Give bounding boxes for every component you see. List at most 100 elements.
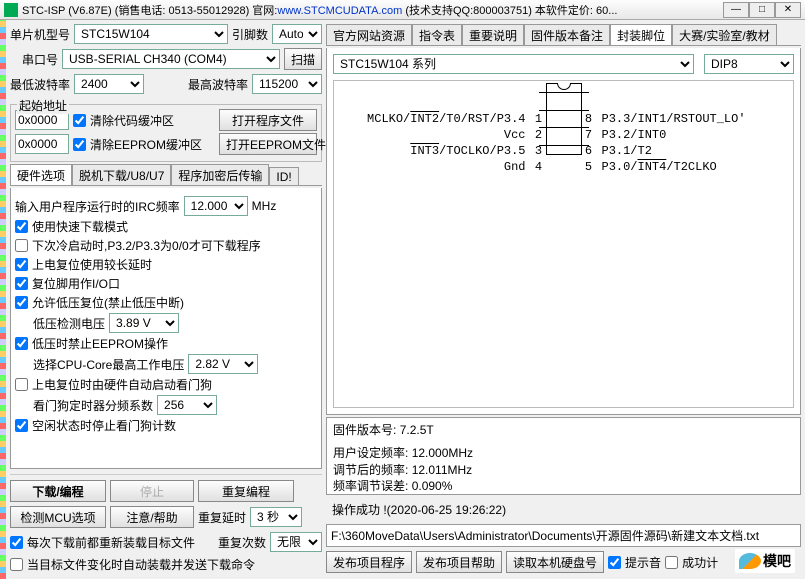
tab-package-pinout[interactable]: 封装脚位 (610, 24, 672, 46)
bird-icon (739, 553, 761, 569)
irc-freq-select[interactable]: 12.000 (184, 196, 248, 216)
long-reset-label: 上电复位使用较长延时 (32, 256, 152, 273)
cpu-core-select[interactable]: 2.82 V (188, 354, 258, 374)
stop-button[interactable]: 停止 (110, 480, 194, 502)
cpu-core-label: 选择CPU-Core最高工作电压 (33, 356, 184, 373)
success-counter-checkbox[interactable] (665, 556, 678, 569)
left-panel: 单片机型号 STC15W104 引脚数 Auto 串口号 USB-SERIAL … (6, 20, 326, 579)
package-select[interactable]: DIP8 (704, 54, 794, 74)
freq-err-value: 0.090% (412, 479, 453, 493)
idle-wdt-checkbox[interactable] (15, 419, 28, 432)
wdt-auto-label: 上电复位时由硬件自动启动看门狗 (32, 376, 212, 393)
min-baud-select[interactable]: 2400 (74, 74, 144, 94)
tab-id[interactable]: ID! (269, 167, 298, 186)
mcu-model-select[interactable]: STC15W104 (74, 24, 228, 44)
pin-count-select[interactable]: Auto (272, 24, 322, 44)
tab-encrypt-transfer[interactable]: 程序加密后传输 (171, 164, 269, 186)
maximize-button[interactable]: □ (749, 2, 775, 18)
irc-freq-label: 输入用户程序运行时的IRC频率 (15, 198, 180, 215)
fw-version-value: 7.2.5T (400, 423, 434, 437)
cold-boot-checkbox[interactable] (15, 239, 28, 252)
auto-reload-label: 当目标文件变化时自动装载并发送下载命令 (27, 556, 255, 573)
adj-freq-label: 调节后的频率: (333, 463, 408, 477)
right-panel: 官方网站资源 指令表 重要说明 固件版本备注 封装脚位 大赛/实验室/教材 ST… (326, 20, 805, 579)
pin4-left-label: Gnd (362, 160, 532, 174)
window-title: STC-ISP (V6.87E) (销售电话: 0513-55012928) 官… (22, 2, 719, 18)
clear-code-checkbox[interactable] (73, 114, 86, 127)
pin-count-label: 引脚数 (232, 26, 268, 43)
tab-firmware-notes[interactable]: 固件版本备注 (524, 24, 610, 46)
clear-eeprom-label: 清除EEPROM缓冲区 (90, 136, 202, 153)
download-program-button[interactable]: 下载/编程 (10, 480, 106, 502)
repeat-count-label: 重复次数 (218, 534, 266, 551)
beep-checkbox[interactable] (608, 556, 621, 569)
wdt-auto-checkbox[interactable] (15, 378, 28, 391)
detect-mcu-button[interactable]: 检测MCU选项 (10, 506, 106, 528)
pin6-right-label: P3.1/T2 (596, 144, 766, 158)
wdt-div-select[interactable]: 256 (157, 395, 217, 415)
idle-wdt-label: 空闲状态时停止看门狗计数 (32, 417, 176, 434)
reset-as-io-label: 复位脚用作I/O口 (32, 275, 120, 292)
package-panel: STC15W104 系列 DIP8 MCLKO/INT2/T0/RST/P3.4… (326, 48, 801, 415)
repeat-delay-label: 重复延时 (198, 509, 246, 526)
tab-instruction-table[interactable]: 指令表 (412, 24, 462, 46)
fast-download-label: 使用快速下载模式 (32, 218, 128, 235)
series-select[interactable]: STC15W104 系列 (333, 54, 694, 74)
reload-each-download-checkbox[interactable] (10, 536, 23, 549)
start-address-legend: 起始地址 (17, 97, 69, 114)
clear-eeprom-checkbox[interactable] (73, 138, 86, 151)
watermark-text: 模吧 (763, 551, 791, 571)
open-eeprom-file-button[interactable]: 打开EEPROM文件 (219, 133, 317, 155)
auto-reload-checkbox[interactable] (10, 558, 23, 571)
lv-detect-select[interactable]: 3.89 V (109, 313, 179, 333)
read-disk-id-button[interactable]: 读取本机硬盘号 (506, 551, 604, 573)
scan-button[interactable]: 扫描 (284, 48, 322, 70)
tab-hardware-options[interactable]: 硬件选项 (10, 164, 72, 186)
help-button[interactable]: 注意/帮助 (110, 506, 194, 528)
mcu-model-label: 单片机型号 (10, 26, 70, 43)
pin3-num: 3 (532, 144, 546, 158)
tab-official-site[interactable]: 官方网站资源 (326, 24, 412, 46)
wdt-div-label: 看门狗定时器分频系数 (33, 397, 153, 414)
lvreset-checkbox[interactable] (15, 296, 28, 309)
minimize-button[interactable]: — (723, 2, 749, 18)
repeat-delay-select[interactable]: 3 秒 (250, 507, 302, 527)
pin5-right-label: P3.0/INT4/T2CLKO (596, 160, 766, 174)
right-tabs: 官方网站资源 指令表 重要说明 固件版本备注 封装脚位 大赛/实验室/教材 (326, 24, 801, 46)
tab-offline-download[interactable]: 脱机下载/U8/U7 (72, 164, 171, 186)
lv-detect-label: 低压检测电压 (33, 315, 105, 332)
pin1-left-label: MCLKO/INT2/T0/RST/P3.4 (362, 112, 532, 126)
pin8-right-label: P3.3/INT1/RSTOUT_LO' (596, 112, 766, 126)
lv-eeprom-checkbox[interactable] (15, 337, 28, 350)
irc-freq-unit: MHz (252, 199, 277, 213)
user-freq-value: 12.000MHz (412, 446, 473, 460)
pin5-num: 5 (582, 160, 596, 174)
app-icon (4, 3, 18, 17)
tab-competition[interactable]: 大赛/实验室/教材 (672, 24, 777, 46)
reprogram-button[interactable]: 重复编程 (198, 480, 294, 502)
publish-program-button[interactable]: 发布项目程序 (326, 551, 412, 573)
publish-help-button[interactable]: 发布项目帮助 (416, 551, 502, 573)
file-path: F:\360MoveData\Users\Administrator\Docum… (326, 524, 801, 547)
freq-err-label: 频率调节误差: (333, 479, 408, 493)
pin2-num: 2 (532, 128, 546, 142)
reset-as-io-checkbox[interactable] (15, 277, 28, 290)
serial-port-label: 串口号 (22, 51, 58, 68)
pin7-right-label: P3.2/INT0 (596, 128, 766, 142)
lvreset-label: 允许低压复位(禁止低压中断) (32, 294, 184, 311)
tab-important-notes[interactable]: 重要说明 (462, 24, 524, 46)
clear-code-label: 清除代码缓冲区 (90, 112, 174, 129)
eeprom-address-input[interactable] (15, 134, 69, 154)
reload-each-download-label: 每次下载前都重新装载目标文件 (27, 534, 195, 551)
repeat-count-select[interactable]: 无限 (270, 532, 322, 552)
open-code-file-button[interactable]: 打开程序文件 (219, 109, 317, 131)
pin2-left-label: Vcc (362, 128, 532, 142)
pin1-num: 1 (532, 112, 546, 126)
long-reset-checkbox[interactable] (15, 258, 28, 271)
serial-port-select[interactable]: USB-SERIAL CH340 (COM4) (62, 49, 280, 69)
max-baud-select[interactable]: 115200 (252, 74, 322, 94)
fast-download-checkbox[interactable] (15, 220, 28, 233)
close-button[interactable]: ✕ (775, 2, 801, 18)
chip-body (546, 83, 582, 155)
pin6-num: 6 (582, 144, 596, 158)
